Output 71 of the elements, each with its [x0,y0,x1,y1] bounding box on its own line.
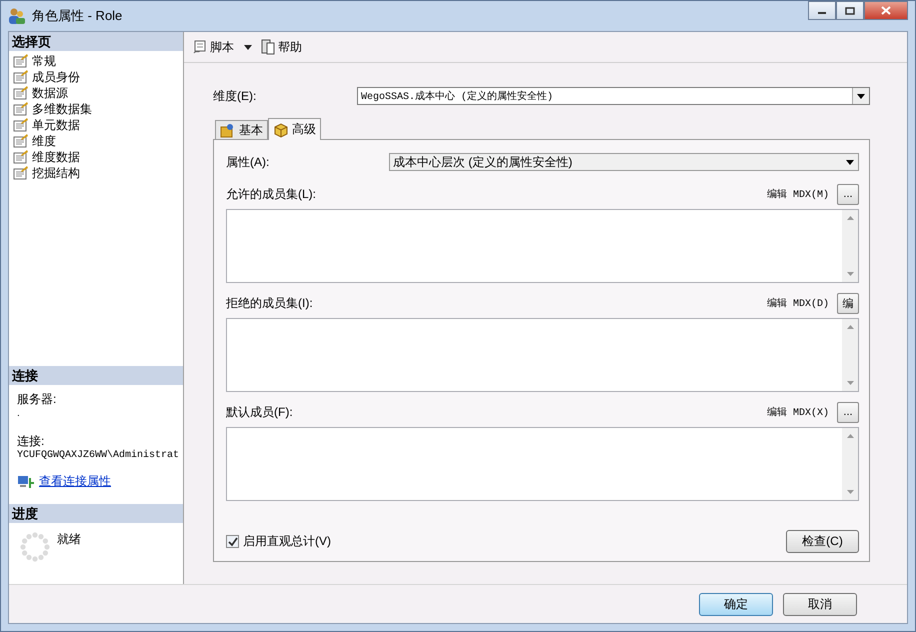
sidebar-item[interactable]: 成员身份 [9,69,183,85]
caret-icon [857,94,865,98]
page-icon [13,134,29,148]
visual-totals-checkbox[interactable]: 启用直观总计(V) [226,533,331,550]
scroll-up-icon[interactable] [846,434,854,438]
maximize-icon [845,6,855,14]
page-icon [13,118,29,132]
sidebar-item[interactable]: 数据源 [9,85,183,101]
scroll-up-icon[interactable] [846,325,854,329]
mdx-text-area[interactable] [226,209,859,283]
check-button[interactable]: 检查(C) [786,530,859,553]
caret-icon [244,44,252,50]
page-icon [13,166,29,180]
sidebar-item[interactable]: 常规 [9,53,183,69]
attribute-label: 属性(A): [226,154,270,170]
scroll-up-icon[interactable] [846,216,854,220]
connection-properties-link[interactable]: 查看连接属性 [39,473,111,490]
maximize-button[interactable] [836,1,864,20]
page-icon [13,102,29,116]
checkmark-icon [228,536,238,546]
server-label: 服务器: [17,391,58,408]
page-icon [13,70,29,84]
tab[interactable]: 基本 [215,120,268,139]
sidebar-item[interactable]: 维度 [9,133,183,149]
connection-label: 连接: [17,433,46,450]
dimension-dropdown[interactable]: WegoSSAS.成本中心 (定义的属性安全性) [357,87,870,105]
attribute-dropdown[interactable]: 成本中心层次 (定义的属性安全性) [389,153,859,171]
page-icon [13,86,29,100]
member-set-label: 拒绝的成员集(I): [226,294,314,312]
page-icon [13,150,29,164]
edit-button[interactable]: ... [837,402,859,422]
sidebar-item[interactable]: 维度数据 [9,149,183,165]
mdx-text-area[interactable] [226,318,859,392]
caret-icon [846,160,854,164]
mdx-text-area[interactable] [226,427,859,501]
scroll-down-icon[interactable] [846,490,854,494]
sidebar-item[interactable]: 多维数据集 [9,101,183,117]
window-title: 角色属性 - Role [32,7,122,25]
network-icon [17,474,35,490]
minimize-button[interactable] [808,1,836,20]
scroll-icon [192,39,208,55]
edit-button[interactable]: 编 [837,292,859,314]
cancel-button[interactable]: 取消 [783,592,857,616]
tab[interactable]: 高级 [268,118,321,140]
edit-mdx-label: 编辑 MDX(X) [766,406,829,419]
scroll-down-icon[interactable] [846,272,854,276]
section-header: 选择页 [9,32,183,51]
script-dropdown-button[interactable]: 脚本 [190,36,254,58]
spinner-icon [19,531,51,563]
member-set-label: 允许的成员集(L): [226,186,317,202]
dimension-label: 维度(E): [213,88,258,104]
section-header: 进度 [9,504,183,523]
edit-mdx-label: 编辑 MDX(M) [766,188,829,201]
server-value: . [17,408,21,419]
close-button[interactable] [864,1,908,20]
scroll-down-icon[interactable] [846,381,854,385]
sidebar-item[interactable]: 挖掘结构 [9,165,183,181]
member-set-label: 默认成员(F): [226,404,294,420]
ok-button[interactable]: 确定 [699,592,773,616]
cube-icon [273,122,289,138]
section-header: 连接 [9,366,183,385]
page-icon [13,54,29,68]
edit-button[interactable]: ... [837,184,859,204]
close-icon [881,6,891,15]
help-button[interactable]: 帮助 [258,36,304,58]
sidebar-item[interactable]: 单元数据 [9,117,183,133]
folder-icon [220,122,236,138]
progress-status: 就绪 [57,531,81,548]
pages-icon [260,39,276,55]
users-icon [8,7,26,25]
edit-mdx-label: 编辑 MDX(D) [766,296,829,310]
